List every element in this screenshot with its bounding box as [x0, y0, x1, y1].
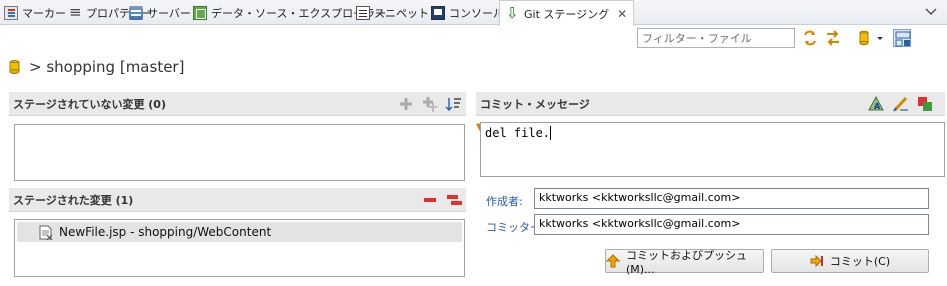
properties-icon [68, 3, 82, 21]
svg-text:A: A [874, 102, 881, 111]
text-cursor [550, 126, 552, 140]
tab-git-staging[interactable]: Git ステージング ✕ [499, 0, 635, 26]
layout-toggle-icon[interactable] [893, 29, 911, 47]
tab-markers-label: マーカー [22, 6, 66, 20]
repository-title: > shopping [master] [29, 58, 185, 76]
unstage-all-icon[interactable] [445, 191, 463, 209]
committer-value: kktworks <kktworksllc@gmail.com> [539, 217, 741, 230]
push-icon [605, 254, 621, 268]
view-tab-bar: マーカー プロパティー サーバー データ・ソース・エクスプローラー スニペット … [0, 0, 947, 26]
refresh-icon[interactable] [801, 29, 819, 47]
filter-files-input[interactable] [637, 28, 795, 48]
staged-changes-list[interactable]: NewFile.jsp - shopping/WebContent [14, 219, 465, 277]
commit-message-header: コミット・メッセージ A [476, 92, 945, 116]
close-tab-icon[interactable]: ✕ [617, 7, 627, 21]
commit-message-text: del file. [485, 126, 551, 140]
tab-git-staging-label: Git ステージング [524, 7, 610, 21]
staged-file-label: NewFile.jsp - shopping/WebContent [59, 225, 272, 239]
tab-console[interactable]: コンソール [431, 0, 504, 25]
tab-snippets-label: スニペット [374, 6, 429, 20]
amend-icon[interactable]: A [868, 95, 886, 113]
commit-and-push-label: コミットおよびプッシュ(M)... [626, 248, 747, 276]
staged-changes-header: ステージされた変更 (1) [9, 188, 466, 212]
git-staging-icon [506, 4, 520, 22]
add-change-id-icon[interactable] [916, 95, 934, 113]
commit-message-input[interactable]: del file. [480, 122, 945, 177]
tab-snippets[interactable]: スニペット [356, 0, 429, 25]
compare-mode-icon[interactable] [824, 29, 842, 47]
commit-icon [810, 254, 824, 268]
tab-markers[interactable]: マーカー [4, 0, 66, 25]
unstaged-changes-header: ステージされていない変更 (0) [9, 92, 466, 116]
unstaged-changes-title: ステージされていない変更 (0) [13, 97, 166, 111]
commit-label: コミット(C) [829, 255, 891, 268]
tab-console-label: コンソール [449, 6, 504, 20]
servers-icon [129, 5, 143, 20]
repository-dropdown-chevron-icon[interactable] [874, 29, 886, 47]
sign-off-icon[interactable] [892, 95, 910, 113]
staged-changes-title: ステージされた変更 (1) [13, 193, 134, 207]
author-field[interactable]: kktworks <kktworksllc@gmail.com> [534, 188, 929, 209]
unstaged-changes-list[interactable] [14, 124, 465, 181]
stage-selected-icon[interactable] [397, 95, 415, 113]
sort-icon[interactable] [445, 95, 463, 113]
data-source-icon [193, 5, 207, 20]
commit-button[interactable]: コミット(C) [771, 249, 929, 273]
author-value: kktworks <kktworksllc@gmail.com> [539, 191, 741, 204]
snippets-icon [356, 5, 370, 20]
commit-message-title: コミット・メッセージ [480, 97, 590, 111]
staged-file-row[interactable]: NewFile.jsp - shopping/WebContent [17, 222, 462, 242]
stage-all-icon[interactable] [421, 95, 439, 113]
view-menu-chevron-icon[interactable] [922, 5, 940, 19]
jsp-file-icon [39, 225, 53, 240]
commit-and-push-button[interactable]: コミットおよびプッシュ(M)... [605, 248, 764, 276]
repository-icon-header [9, 60, 20, 74]
console-icon [431, 5, 445, 20]
committer-field[interactable]: kktworks <kktworksllc@gmail.com> [534, 214, 929, 235]
author-label: 作成者: [486, 195, 523, 208]
tab-servers-label: サーバー [147, 6, 191, 20]
repository-icon[interactable] [857, 29, 875, 47]
markers-icon [4, 5, 18, 20]
repository-header: > shopping [master] [9, 56, 184, 78]
unstage-selected-icon[interactable] [421, 191, 439, 209]
tab-servers[interactable]: サーバー [129, 0, 191, 25]
